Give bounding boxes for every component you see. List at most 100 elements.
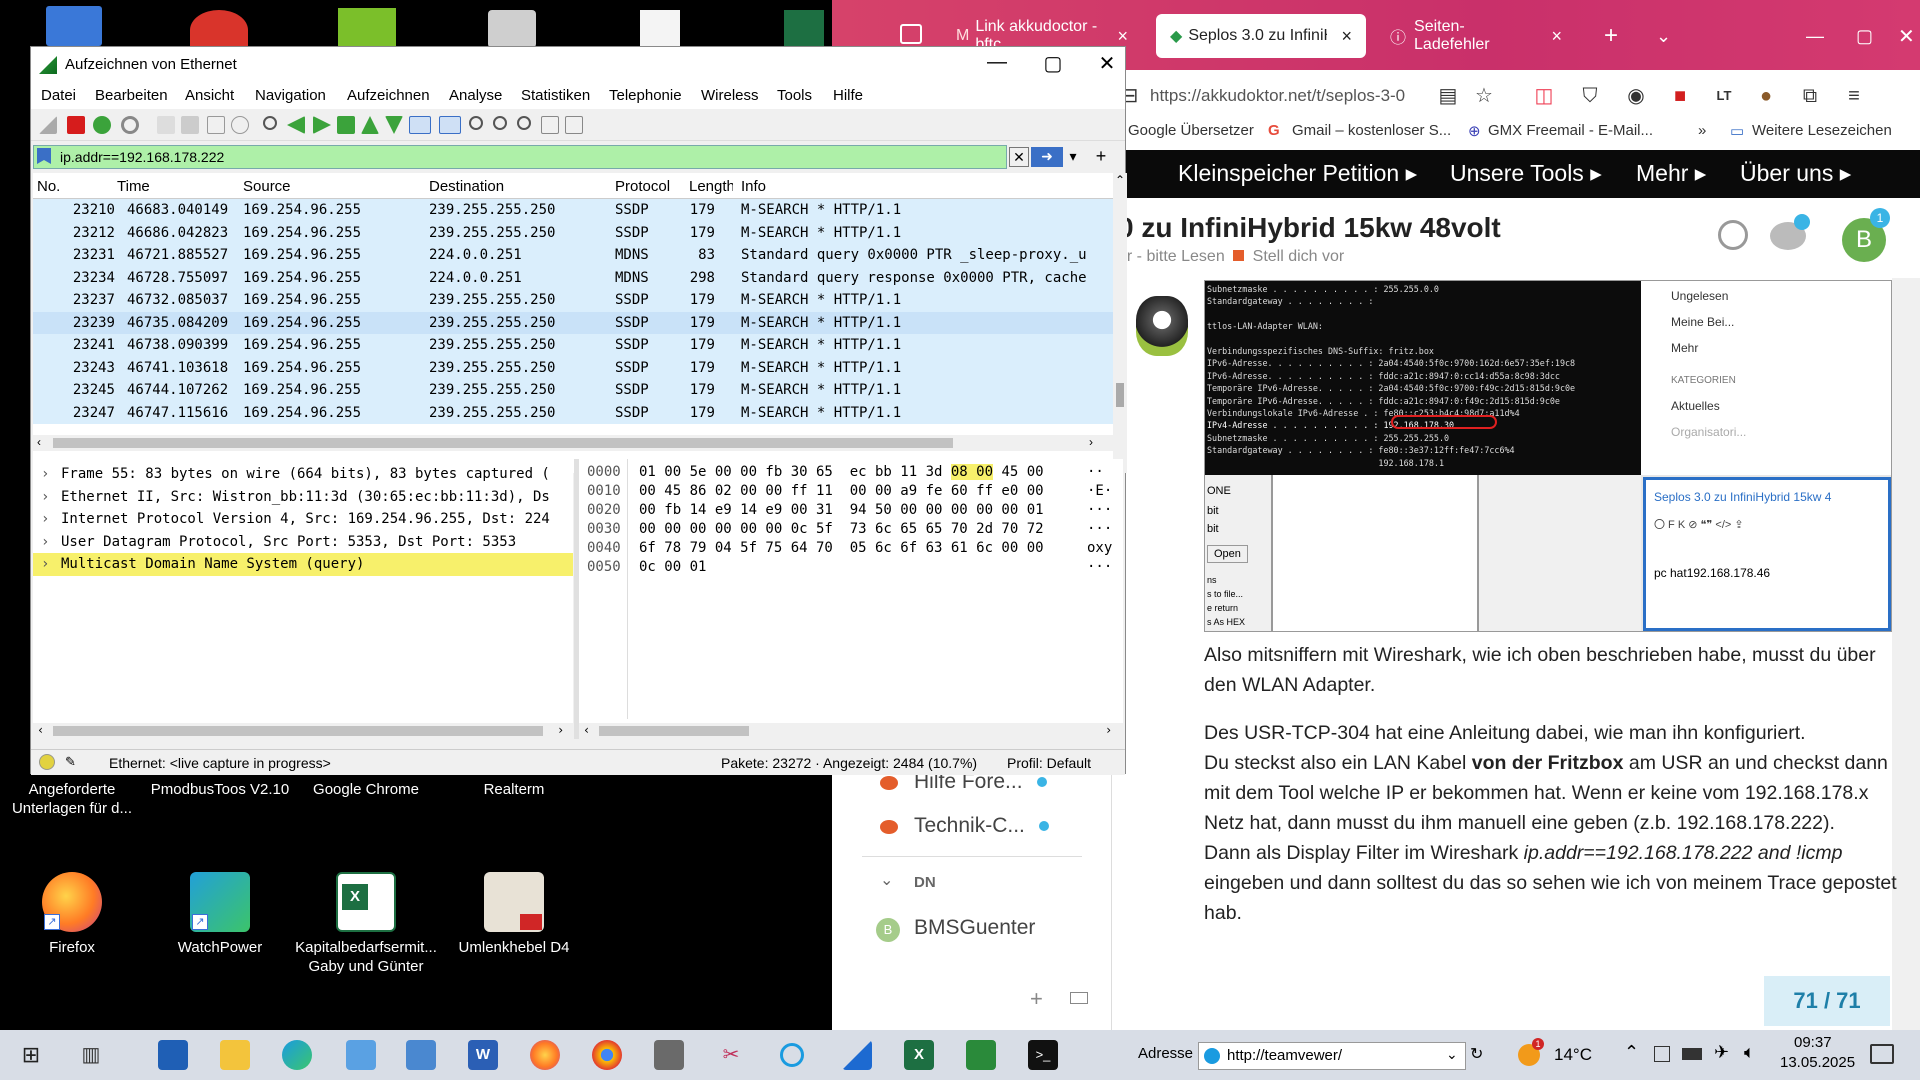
column-header-destination[interactable]: Destination (429, 178, 504, 195)
column-header-source[interactable]: Source (243, 178, 291, 195)
menu-navigation[interactable]: Navigation (255, 87, 326, 104)
reload-icon[interactable] (231, 116, 249, 134)
edge-icon[interactable] (282, 1040, 312, 1070)
detail-row-ip[interactable]: › Internet Protocol Version 4, Src: 169.2… (33, 508, 573, 531)
store-icon[interactable] (158, 1040, 188, 1070)
desktop-icon-watchpower[interactable]: ↗ WatchPower (146, 872, 294, 957)
desktop-icon-camera[interactable] (488, 10, 536, 48)
menu-hilfe[interactable]: Hilfe (833, 87, 863, 104)
topic-title[interactable]: 0 zu InfiniHybrid 15kw 48volt (1118, 212, 1501, 244)
last-packet-icon[interactable] (385, 116, 403, 134)
clock-time[interactable]: 09:37 (1794, 1034, 1832, 1051)
open-file-icon[interactable] (157, 116, 175, 134)
extension-cookie-icon[interactable]: ● (1754, 84, 1778, 108)
desktop-icon-settings[interactable] (338, 8, 396, 48)
desktop-icon-umlenkhebel[interactable]: Umlenkhebel D4 (440, 872, 588, 957)
scroll-left-icon[interactable]: ‹ (583, 723, 590, 737)
hex-row[interactable]: 0040 6f 78 79 04 5f 75 64 70 05 6c 6f 63 … (579, 539, 1123, 558)
bookmark-google-translate[interactable]: Google Übersetzer (1128, 122, 1254, 139)
close-file-icon[interactable] (207, 116, 225, 134)
scroll-left-icon[interactable]: ‹ (37, 435, 41, 449)
first-packet-icon[interactable] (361, 116, 379, 134)
detail-row-ethernet[interactable]: › Ethernet II, Src: Wistron_bb:11:3d (30:… (33, 486, 573, 509)
find-packet-icon[interactable] (263, 116, 277, 130)
packet-list-vscroll[interactable]: ⌃ ⌄ (1113, 173, 1127, 473)
pocket-icon[interactable]: ◫ (1532, 84, 1556, 108)
display-filter-input[interactable]: ip.addr==192.168.178.222 (33, 145, 1007, 169)
task-view-icon[interactable]: ▥ (76, 1040, 106, 1070)
hex-row[interactable]: 0010 00 45 86 02 00 00 ff 11 00 00 a9 fe … (579, 482, 1123, 501)
bookmark-star-icon[interactable]: ☆ (1472, 84, 1496, 108)
table-row[interactable]: 23241 46738.090399 169.254.96.255 239.255.2… (33, 334, 1113, 357)
network-tool-icon[interactable] (966, 1040, 996, 1070)
capture-options-icon[interactable] (121, 116, 139, 134)
menu-statistiken[interactable]: Statistiken (521, 87, 590, 104)
menu-bearbeiten[interactable]: Bearbeiten (95, 87, 168, 104)
account-icon[interactable]: ◉ (1624, 84, 1648, 108)
menu-telephonie[interactable]: Telephonie (609, 87, 682, 104)
keyboard-icon[interactable] (1070, 992, 1088, 1004)
capture-comment-icon[interactable]: ✎ (65, 754, 76, 770)
chevron-right-icon[interactable]: › (41, 508, 49, 531)
bytes-hscroll[interactable]: ‹ › (579, 723, 1123, 739)
battery-icon[interactable] (1682, 1048, 1702, 1060)
network-icon[interactable]: ✈ (1714, 1042, 1729, 1063)
new-tab-button[interactable]: + (1590, 14, 1632, 58)
expert-info-icon[interactable] (39, 754, 55, 770)
desktop-icon-excel-top[interactable] (784, 10, 824, 50)
zoom-out-icon[interactable] (493, 116, 507, 130)
maximize-icon[interactable]: ▢ (1031, 51, 1075, 76)
menu-icon[interactable]: ≡ (1842, 84, 1866, 108)
go-to-packet-icon[interactable] (337, 116, 355, 134)
category-link[interactable]: er - bitte Lesen (1118, 248, 1225, 265)
hex-row[interactable]: 0000 01 00 5e 00 00 fb 30 65 ec bb 11 3d … (579, 463, 1123, 482)
table-row[interactable]: 23243 46741.103618 169.254.96.255 239.255.2… (33, 356, 1113, 379)
status-profile-text[interactable]: Profil: Default (1007, 755, 1091, 771)
tab-overview-icon[interactable] (900, 24, 922, 44)
detail-row-udp[interactable]: › User Datagram Protocol, Src Port: 5353,… (33, 531, 573, 554)
column-header-protocol[interactable]: Protocol (615, 178, 670, 195)
network-app-icon[interactable] (346, 1040, 376, 1070)
add-filter-icon[interactable]: + (1091, 147, 1111, 167)
minimize-icon[interactable]: — (1792, 14, 1838, 58)
menu-aufzeichnen[interactable]: Aufzeichnen (347, 87, 430, 104)
scroll-right-icon[interactable]: › (557, 723, 564, 737)
tray-app-icon[interactable] (1654, 1046, 1670, 1062)
hex-row[interactable]: 0020 00 fb 14 e9 14 e9 00 31 94 50 00 00 … (579, 501, 1123, 520)
packet-list-hscroll[interactable]: ‹ › (33, 435, 1113, 451)
sidebar-item-technik[interactable]: Technik-C... (914, 814, 1049, 838)
scroll-right-icon[interactable]: › (1105, 723, 1112, 737)
close-icon[interactable]: × (1551, 26, 1562, 47)
excel-taskbar-icon[interactable]: X (904, 1040, 934, 1070)
desktop-icon-file[interactable] (640, 10, 680, 50)
nav-mehr[interactable]: Mehr ▸ (1636, 160, 1706, 187)
shield-icon[interactable]: ⛉ (1578, 84, 1602, 108)
scroll-thumb[interactable] (53, 438, 953, 448)
bookmark-gmx[interactable]: GMX Freemail - E-Mail... (1488, 122, 1653, 139)
desktop-icon-kapitalbedarf[interactable]: X Kapitalbedarfsermit... Gaby und Günter (292, 872, 440, 976)
scroll-thumb[interactable] (599, 726, 749, 736)
zoom-reset-icon[interactable] (517, 116, 531, 130)
table-row[interactable]: 23212 46686.042823 169.254.96.255 239.255.2… (33, 221, 1113, 244)
minimize-icon[interactable]: — (975, 51, 1019, 74)
sidebar-user[interactable]: BMSGuenter (914, 916, 1035, 940)
table-row[interactable]: 23237 46732.085037 169.254.96.255 239.255.2… (33, 289, 1113, 312)
colorize-icon[interactable] (439, 116, 461, 134)
menu-wireless[interactable]: Wireless (701, 87, 759, 104)
volume-icon[interactable]: 🔈︎ (1744, 1042, 1755, 1063)
word-icon[interactable]: W (468, 1040, 498, 1070)
save-file-icon[interactable] (181, 116, 199, 134)
calculator-icon[interactable] (654, 1040, 684, 1070)
column-header-info[interactable]: Info (741, 178, 766, 195)
close-icon[interactable]: × (1341, 26, 1352, 47)
file-explorer-icon[interactable] (220, 1040, 250, 1070)
tab-seiten-ladefehler[interactable]: ⓘ Seiten-Ladefehler × (1376, 14, 1576, 58)
nav-unsere-tools[interactable]: Unsere Tools ▸ (1450, 160, 1602, 187)
poster-avatar[interactable] (1136, 296, 1188, 356)
extension-lt-icon[interactable]: LT (1712, 84, 1736, 108)
bookmark-gmail[interactable]: Gmail – kostenloser S... (1292, 122, 1451, 139)
extensions-icon[interactable]: ⧉ (1798, 84, 1822, 108)
table-row[interactable]: 23245 46744.107262 169.254.96.255 239.255.2… (33, 379, 1113, 402)
extension-red-icon[interactable]: ■ (1668, 84, 1692, 108)
notifications-icon[interactable] (1870, 1044, 1894, 1064)
